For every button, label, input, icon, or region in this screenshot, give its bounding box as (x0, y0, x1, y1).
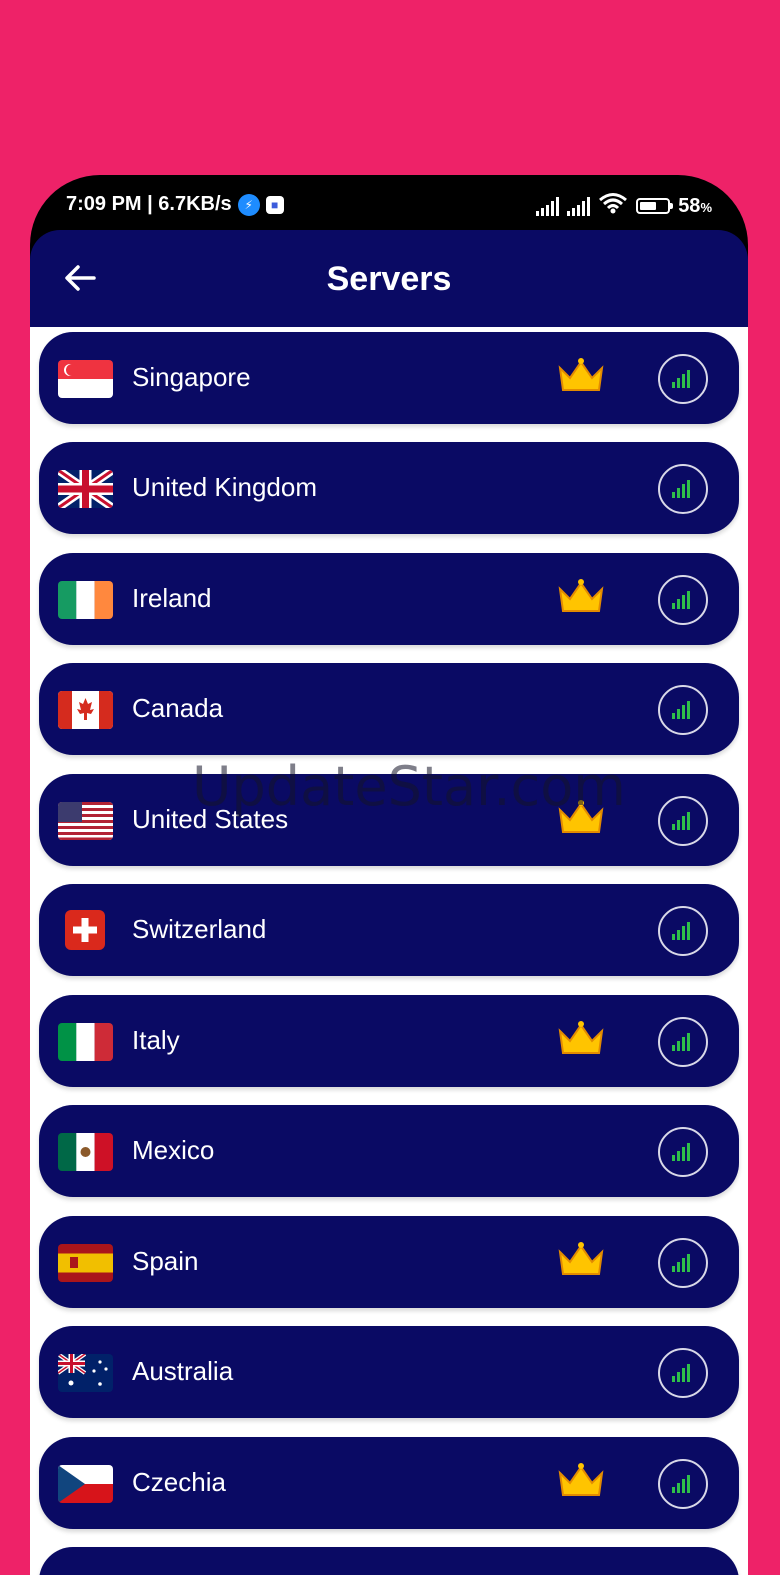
server-row-canada[interactable]: Canada (39, 663, 739, 755)
server-name: Mexico (132, 1135, 215, 1165)
server-name: Australia (132, 1356, 234, 1386)
signal-strength-button[interactable] (658, 1348, 708, 1398)
flag-united-kingdom-icon (58, 470, 113, 508)
cell-signal-2-icon (567, 196, 591, 216)
signal-strength-button[interactable] (658, 1017, 708, 1067)
crown-icon (558, 358, 604, 391)
status-time-speed: 7:09 PM | 6.7KB/s (66, 193, 232, 215)
server-name: Switzerland (132, 914, 267, 944)
status-right: 58% (536, 192, 712, 220)
server-name: Spain (132, 1246, 199, 1276)
phone-frame: 7:09 PM | 6.7KB/s ⚡ ■ 58% Servers Singap… (30, 175, 748, 1575)
signal-strength-icon (672, 1364, 690, 1382)
app-notification-icon: ■ (265, 195, 284, 214)
crown-icon (558, 800, 604, 833)
server-row-mexico[interactable]: Mexico (39, 1105, 739, 1197)
flag-ireland-icon (58, 581, 113, 619)
app-header: Servers (30, 230, 748, 327)
signal-strength-button[interactable] (658, 464, 708, 514)
server-row-australia[interactable]: Australia (39, 1326, 739, 1418)
server-row-singapore[interactable]: Singapore (39, 332, 739, 424)
signal-strength-icon (672, 1475, 690, 1493)
signal-strength-button[interactable] (658, 685, 708, 735)
flag-canada-icon (58, 691, 113, 729)
crown-icon (558, 1242, 604, 1275)
signal-strength-button[interactable] (658, 796, 708, 846)
flag-italy-icon (58, 1023, 113, 1061)
server-row-united-kingdom[interactable]: United Kingdom (39, 442, 739, 534)
server-name: Czechia (132, 1467, 226, 1497)
server-row-spain[interactable]: Spain (39, 1216, 739, 1308)
flag-australia-icon (58, 1354, 113, 1392)
signal-strength-icon (672, 1033, 690, 1051)
page-title: Servers (326, 260, 452, 298)
status-bar: 7:09 PM | 6.7KB/s ⚡ ■ 58% (30, 175, 748, 230)
crown-icon (558, 1021, 604, 1054)
server-name: Italy (132, 1025, 180, 1055)
signal-strength-button[interactable] (658, 575, 708, 625)
server-row-czechia[interactable]: Czechia (39, 1437, 739, 1529)
signal-strength-icon (672, 701, 690, 719)
signal-strength-icon (672, 812, 690, 830)
signal-strength-button[interactable] (658, 1127, 708, 1177)
flag-mexico-icon (58, 1133, 113, 1171)
status-left: 7:09 PM | 6.7KB/s ⚡ ■ (66, 193, 284, 216)
wifi-icon (598, 192, 628, 220)
crown-icon (558, 579, 604, 612)
signal-strength-button[interactable] (658, 906, 708, 956)
battery-percent: 58% (678, 194, 712, 217)
server-row-switzerland[interactable]: Switzerland (39, 884, 739, 976)
battery-icon (636, 198, 674, 214)
server-row-italy[interactable]: Italy (39, 995, 739, 1087)
server-name: United States (132, 804, 289, 834)
signal-strength-icon (672, 1143, 690, 1161)
server-row-partial[interactable] (39, 1547, 739, 1575)
flag-united-states-icon (58, 802, 113, 840)
server-name: Canada (132, 693, 224, 723)
flag-switzerland-icon (65, 910, 105, 950)
messenger-icon: ⚡ (237, 193, 260, 216)
server-row-ireland[interactable]: Ireland (39, 553, 739, 645)
server-name: United Kingdom (132, 472, 317, 502)
signal-strength-button[interactable] (658, 1238, 708, 1288)
signal-strength-icon (672, 1254, 690, 1272)
signal-strength-icon (672, 480, 690, 498)
server-list[interactable]: Singapore United Kingdom Ireland Canada … (30, 327, 748, 1575)
signal-strength-button[interactable] (658, 354, 708, 404)
signal-strength-icon (672, 370, 690, 388)
signal-strength-icon (672, 922, 690, 940)
signal-strength-icon (672, 591, 690, 609)
crown-icon (558, 1463, 604, 1496)
flag-singapore-icon (58, 360, 113, 398)
server-row-united-states[interactable]: United States (39, 774, 739, 866)
server-name: Ireland (132, 583, 212, 613)
signal-strength-button[interactable] (658, 1459, 708, 1509)
cell-signal-icon (536, 196, 560, 216)
flag-spain-icon (58, 1244, 113, 1282)
server-name: Singapore (132, 362, 251, 392)
flag-czechia-icon (58, 1465, 113, 1503)
